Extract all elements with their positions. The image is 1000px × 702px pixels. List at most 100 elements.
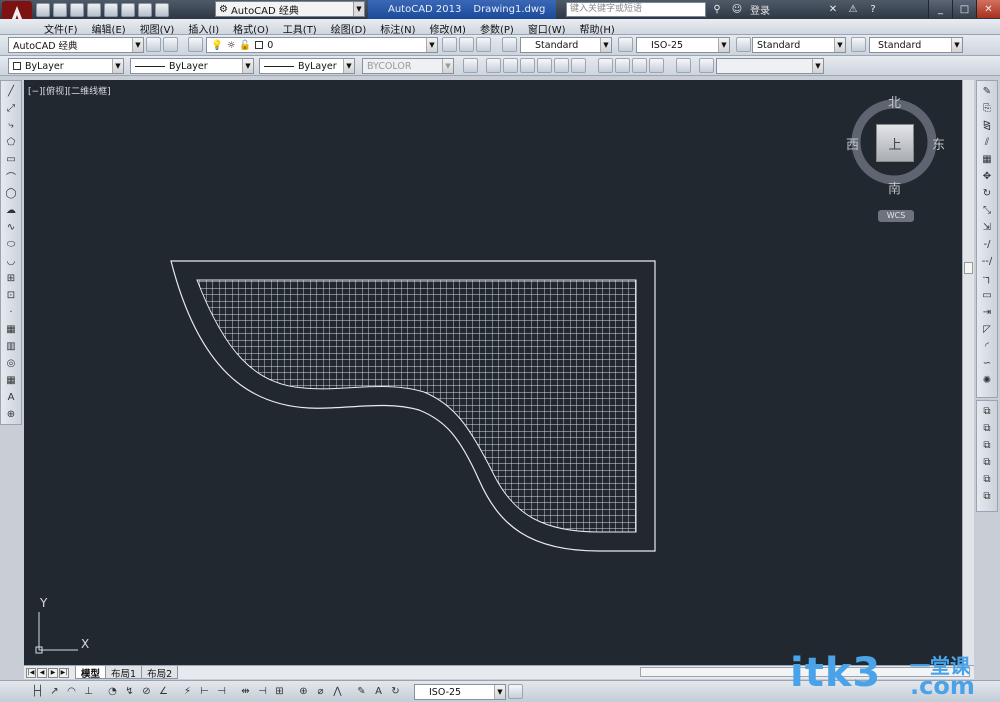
save-icon[interactable] [70, 2, 84, 17]
jogged-linear-icon[interactable]: ⋀ [330, 684, 345, 699]
ne-iso-icon[interactable] [632, 58, 647, 73]
arc-icon[interactable]: ⌒ [3, 169, 19, 184]
region-icon[interactable]: ◎ [3, 356, 19, 370]
compass-south[interactable]: 南 [888, 178, 901, 197]
color-combo[interactable]: ByLayer ▼ [8, 58, 124, 74]
binoculars-icon[interactable]: ⚲ [710, 3, 724, 17]
view-combo[interactable]: ▼ [716, 58, 824, 74]
dim-text-edit-icon[interactable]: A [371, 684, 386, 699]
spline-icon[interactable]: ∿ [3, 220, 19, 234]
ellipse-icon[interactable]: ⬭ [3, 237, 19, 251]
table-icon[interactable]: ▦ [3, 373, 19, 387]
break-icon[interactable]: ▭ [979, 288, 995, 302]
undo-icon[interactable] [138, 2, 152, 17]
redo-icon[interactable] [155, 2, 169, 17]
gradient-icon[interactable]: ▥ [3, 339, 19, 353]
menu-item[interactable]: 帮助(H) [576, 20, 625, 36]
chamfer-icon[interactable]: ◸ [979, 322, 995, 336]
drawing-canvas[interactable]: [−][俯视][二维线框] Y X 上 北 南 西 东 WCS [24, 80, 962, 665]
extend-icon[interactable]: --/ [979, 254, 995, 268]
hatch-grid[interactable] [194, 278, 639, 536]
bring-to-front-icon[interactable]: ⧉ [979, 404, 995, 418]
tab-model[interactable]: 模型 [75, 666, 107, 680]
publish-icon[interactable] [104, 2, 118, 17]
bottom-view-icon[interactable] [503, 58, 518, 73]
make-block-icon[interactable]: ⊡ [3, 288, 19, 302]
last-tab-icon[interactable]: ▶| [59, 667, 69, 678]
aligned-dim-icon[interactable]: ↗ [47, 684, 62, 699]
copy-icon[interactable]: ⎘ [979, 101, 995, 115]
lineweight-combo[interactable]: ByLayer ▼ [259, 58, 355, 74]
open-file-icon[interactable] [53, 2, 67, 17]
revision-cloud-icon[interactable]: ☁ [3, 203, 19, 217]
compass-west[interactable]: 西 [846, 134, 859, 153]
vertical-scrollbar[interactable] [962, 80, 974, 665]
tolerance-icon[interactable]: ⊞ [272, 684, 287, 699]
camera-icon[interactable] [676, 58, 691, 73]
hatch-back-icon[interactable]: ⧉ [979, 489, 995, 503]
explode-icon[interactable]: ✺ [979, 373, 995, 387]
close-button[interactable]: ✕ [976, 0, 1000, 18]
layer-properties-icon[interactable] [163, 37, 178, 52]
blend-curves-icon[interactable]: ∽ [979, 356, 995, 370]
menu-item[interactable]: 插入(I) [184, 20, 229, 36]
polygon-icon[interactable]: ⬠ [3, 135, 19, 149]
move-icon[interactable]: ✥ [979, 169, 995, 183]
next-tab-icon[interactable]: ▶ [48, 667, 58, 678]
scale-icon[interactable]: ⤡ [979, 203, 995, 217]
text-style-combo[interactable]: Standard ▼ [520, 37, 612, 53]
fillet-icon[interactable]: ◜ [979, 339, 995, 353]
layer-states-icon[interactable] [476, 37, 491, 52]
save-as-icon[interactable] [87, 2, 101, 17]
menu-item[interactable]: 编辑(E) [88, 20, 136, 36]
tab-layout2[interactable]: 布局2 [141, 666, 179, 680]
break-at-point-icon[interactable]: ·┐ [979, 271, 995, 285]
baseline-icon[interactable]: ⊢ [197, 684, 212, 699]
menu-item[interactable]: 绘图(D) [327, 20, 377, 36]
multileader-style-combo[interactable]: Standard ▼ [869, 37, 963, 53]
radius-icon[interactable]: ◔ [105, 684, 120, 699]
make-current-layer-icon[interactable] [442, 37, 457, 52]
search-input[interactable]: 键入关键字或短语 [566, 2, 706, 17]
workspace-settings-icon[interactable] [146, 37, 161, 52]
dim-edit-icon[interactable]: ✎ [354, 684, 369, 699]
line-icon[interactable]: ╱ [3, 84, 19, 98]
nw-iso-icon[interactable] [649, 58, 664, 73]
top-view-icon[interactable] [486, 58, 501, 73]
join-icon[interactable]: ⇥ [979, 305, 995, 319]
maximize-button[interactable]: □ [952, 0, 976, 18]
compass-north[interactable]: 北 [888, 92, 901, 111]
menu-item[interactable]: 格式(O) [229, 20, 279, 36]
array-icon[interactable]: ▦ [979, 152, 995, 166]
rectangle-icon[interactable]: ▭ [3, 152, 19, 166]
angular-icon[interactable]: ∠ [156, 684, 171, 699]
circle-icon[interactable]: ◯ [3, 186, 19, 200]
tab-layout1[interactable]: 布局1 [105, 666, 143, 680]
front-view-icon[interactable] [554, 58, 569, 73]
dim-break-icon[interactable]: ⊣ [255, 684, 270, 699]
text-above-icon[interactable]: ⧉ [979, 472, 995, 486]
new-file-icon[interactable] [36, 2, 50, 17]
layer-combo[interactable]: 💡 ☼ 🔓 0 ▼ [206, 37, 438, 53]
polyline-icon[interactable]: ⤷ [3, 118, 19, 132]
menu-item[interactable]: 修改(M) [426, 20, 476, 36]
sw-iso-icon[interactable] [598, 58, 613, 73]
dim-update-icon[interactable]: ↻ [388, 684, 403, 699]
first-tab-icon[interactable]: |◀ [26, 667, 36, 678]
dimension-style-icon[interactable] [508, 684, 523, 699]
viewcube[interactable]: 上 北 南 西 东 WCS [846, 90, 945, 222]
menu-item[interactable]: 参数(P) [476, 20, 524, 36]
multileader-style-icon[interactable] [851, 37, 866, 52]
plotstyle-combo[interactable]: BYCOLOR ▼ [362, 58, 454, 74]
hatch-icon[interactable]: ▦ [3, 322, 19, 336]
menu-item[interactable]: 窗口(W) [524, 20, 576, 36]
construction-line-icon[interactable]: ⤢ [3, 101, 19, 115]
scrollbar-thumb[interactable] [964, 262, 973, 274]
prev-tab-icon[interactable]: ◀ [37, 667, 47, 678]
se-iso-icon[interactable] [615, 58, 630, 73]
send-under-icon[interactable]: ⧉ [979, 455, 995, 469]
ellipse-arc-icon[interactable]: ◡ [3, 254, 19, 268]
table-style-icon[interactable] [736, 37, 751, 52]
print-icon[interactable] [121, 2, 135, 17]
linetype-combo[interactable]: ByLayer ▼ [130, 58, 254, 74]
